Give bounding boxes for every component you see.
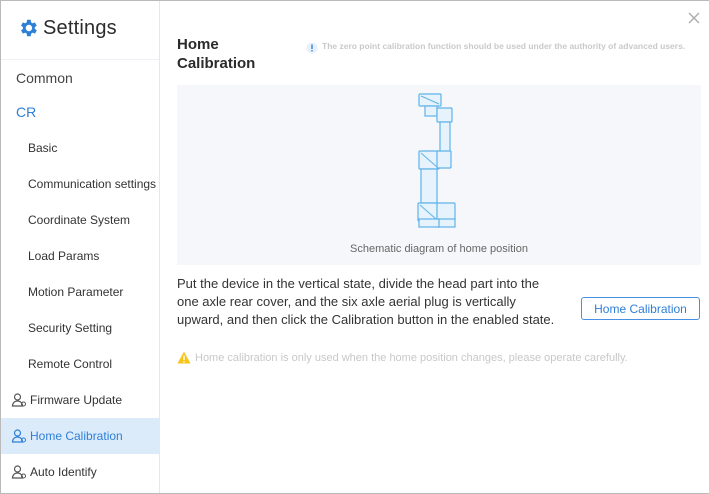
sidebar-item-label: Communication settings: [28, 177, 157, 191]
sidebar-item-label: Home Calibration: [30, 429, 123, 443]
home-calibration-button[interactable]: Home Calibration: [581, 297, 700, 320]
sidebar-item-communication-settings[interactable]: Communication settings: [1, 166, 159, 202]
sidebar-item-security-setting[interactable]: Security Setting: [1, 310, 159, 346]
info-icon: [306, 41, 318, 54]
robot-arm-diagram: [417, 93, 456, 228]
sidebar-item-auto-identify[interactable]: Auto Identify: [1, 454, 159, 490]
page-title: Home Calibration: [177, 36, 256, 72]
sidebar-item-label: Remote Control: [28, 357, 113, 371]
sidebar-item-firmware-update[interactable]: Firmware Update: [1, 382, 159, 418]
sidebar: Settings Common CR Basic Communication s…: [1, 1, 160, 493]
authority-note-text: The zero point calibration function shou…: [322, 41, 686, 51]
user-icon: [11, 464, 27, 480]
sidebar-item-common[interactable]: Common: [1, 60, 159, 96]
sidebar-item-label: Basic: [28, 141, 58, 155]
sidebar-item-label: Auto Identify: [30, 465, 97, 479]
warning-icon: [177, 351, 191, 364]
caution-message: Home calibration is only used when the h…: [177, 351, 702, 364]
user-icon: [11, 392, 27, 408]
authority-note: The zero point calibration function shou…: [306, 39, 701, 54]
sidebar-item-label: Security Setting: [28, 321, 113, 335]
caution-text: Home calibration is only used when the h…: [195, 351, 628, 364]
sidebar-item-label: CR: [16, 104, 37, 120]
instruction-text: Put the device in the vertical state, di…: [177, 276, 555, 327]
diagram-caption: Schematic diagram of home position: [350, 243, 528, 255]
sidebar-item-cr[interactable]: CR: [1, 94, 159, 130]
settings-title: Settings: [43, 16, 117, 39]
gear-icon: [17, 17, 39, 39]
sidebar-item-home-calibration[interactable]: Home Calibration: [1, 418, 159, 454]
sidebar-item-label: Motion Parameter: [28, 285, 124, 299]
close-icon[interactable]: [687, 11, 701, 25]
settings-window: Settings Common CR Basic Communication s…: [0, 0, 709, 494]
main-panel: Home Calibration The zero point calibrat…: [161, 1, 709, 493]
sidebar-item-label: Coordinate System: [28, 213, 131, 227]
user-icon: [11, 428, 27, 444]
sidebar-item-basic[interactable]: Basic: [1, 130, 159, 166]
sidebar-item-label: Common: [16, 70, 73, 86]
sidebar-item-coordinate-system[interactable]: Coordinate System: [1, 202, 159, 238]
sidebar-item-label: Firmware Update: [30, 393, 123, 407]
sidebar-item-load-params[interactable]: Load Params: [1, 238, 159, 274]
sidebar-item-label: Load Params: [28, 249, 100, 263]
sidebar-item-remote-control[interactable]: Remote Control: [1, 346, 159, 382]
sidebar-item-motion-parameter[interactable]: Motion Parameter: [1, 274, 159, 310]
home-position-diagram: Schematic diagram of home position: [177, 85, 701, 265]
sidebar-header: Settings: [17, 13, 117, 43]
